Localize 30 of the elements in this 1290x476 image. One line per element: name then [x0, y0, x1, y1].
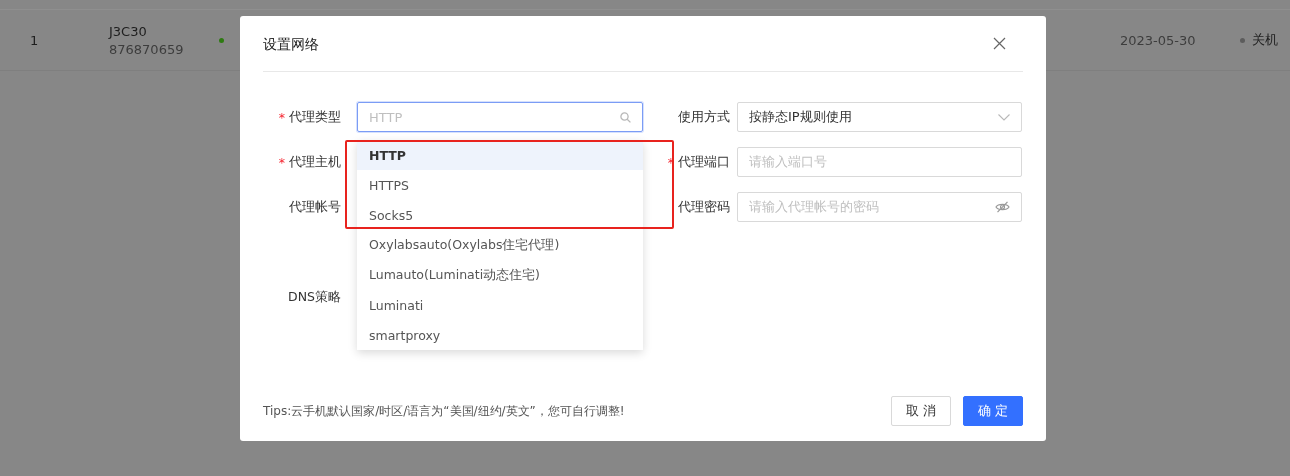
device-name: J3C30 — [109, 23, 148, 39]
dropdown-option[interactable]: Oxylabsauto(Oxylabs住宅代理) — [357, 230, 643, 260]
dropdown-option[interactable]: HTTP — [357, 140, 643, 170]
required-mark: * — [278, 154, 285, 170]
dropdown-option[interactable]: Lumauto(Luminati动态住宅) — [357, 260, 643, 290]
power-status: 关机 — [1252, 31, 1278, 49]
tips-text: Tips:云手机默认国家/时区/语言为“美国/纽约/英文”，您可自行调整! — [263, 402, 626, 420]
search-icon — [620, 111, 631, 123]
field-label: 代理帐号 — [289, 198, 341, 216]
dropdown-option[interactable]: HTTPS — [357, 170, 643, 200]
field-label: 代理端口 — [678, 153, 730, 171]
confirm-button[interactable]: 确 定 — [963, 396, 1023, 426]
field-label: 代理密码 — [678, 198, 730, 216]
select-field[interactable]: 按静态IP规则使用 — [737, 102, 1022, 132]
cancel-button[interactable]: 取 消 — [891, 396, 951, 426]
field-label: 使用方式 — [678, 108, 730, 126]
field-label: 代理主机 — [289, 153, 341, 171]
chevron-down-icon — [998, 113, 1010, 121]
dropdown-option[interactable]: smartproxy — [357, 320, 643, 350]
dropdown-option[interactable]: Luminati — [357, 290, 643, 320]
dropdown-option[interactable]: Socks5 — [357, 200, 643, 230]
device-id: 876870659 — [109, 41, 185, 57]
date-text: 2023-05-30 — [1120, 32, 1197, 48]
eye-slash-icon — [995, 201, 1010, 213]
close-icon[interactable] — [993, 37, 1006, 50]
row-number: 1 — [29, 32, 40, 48]
dialog-title: 设置网络 — [263, 34, 319, 54]
field-label: 代理类型 — [289, 108, 341, 126]
field-label: DNS策略 — [288, 288, 341, 306]
required-mark: * — [278, 109, 285, 125]
